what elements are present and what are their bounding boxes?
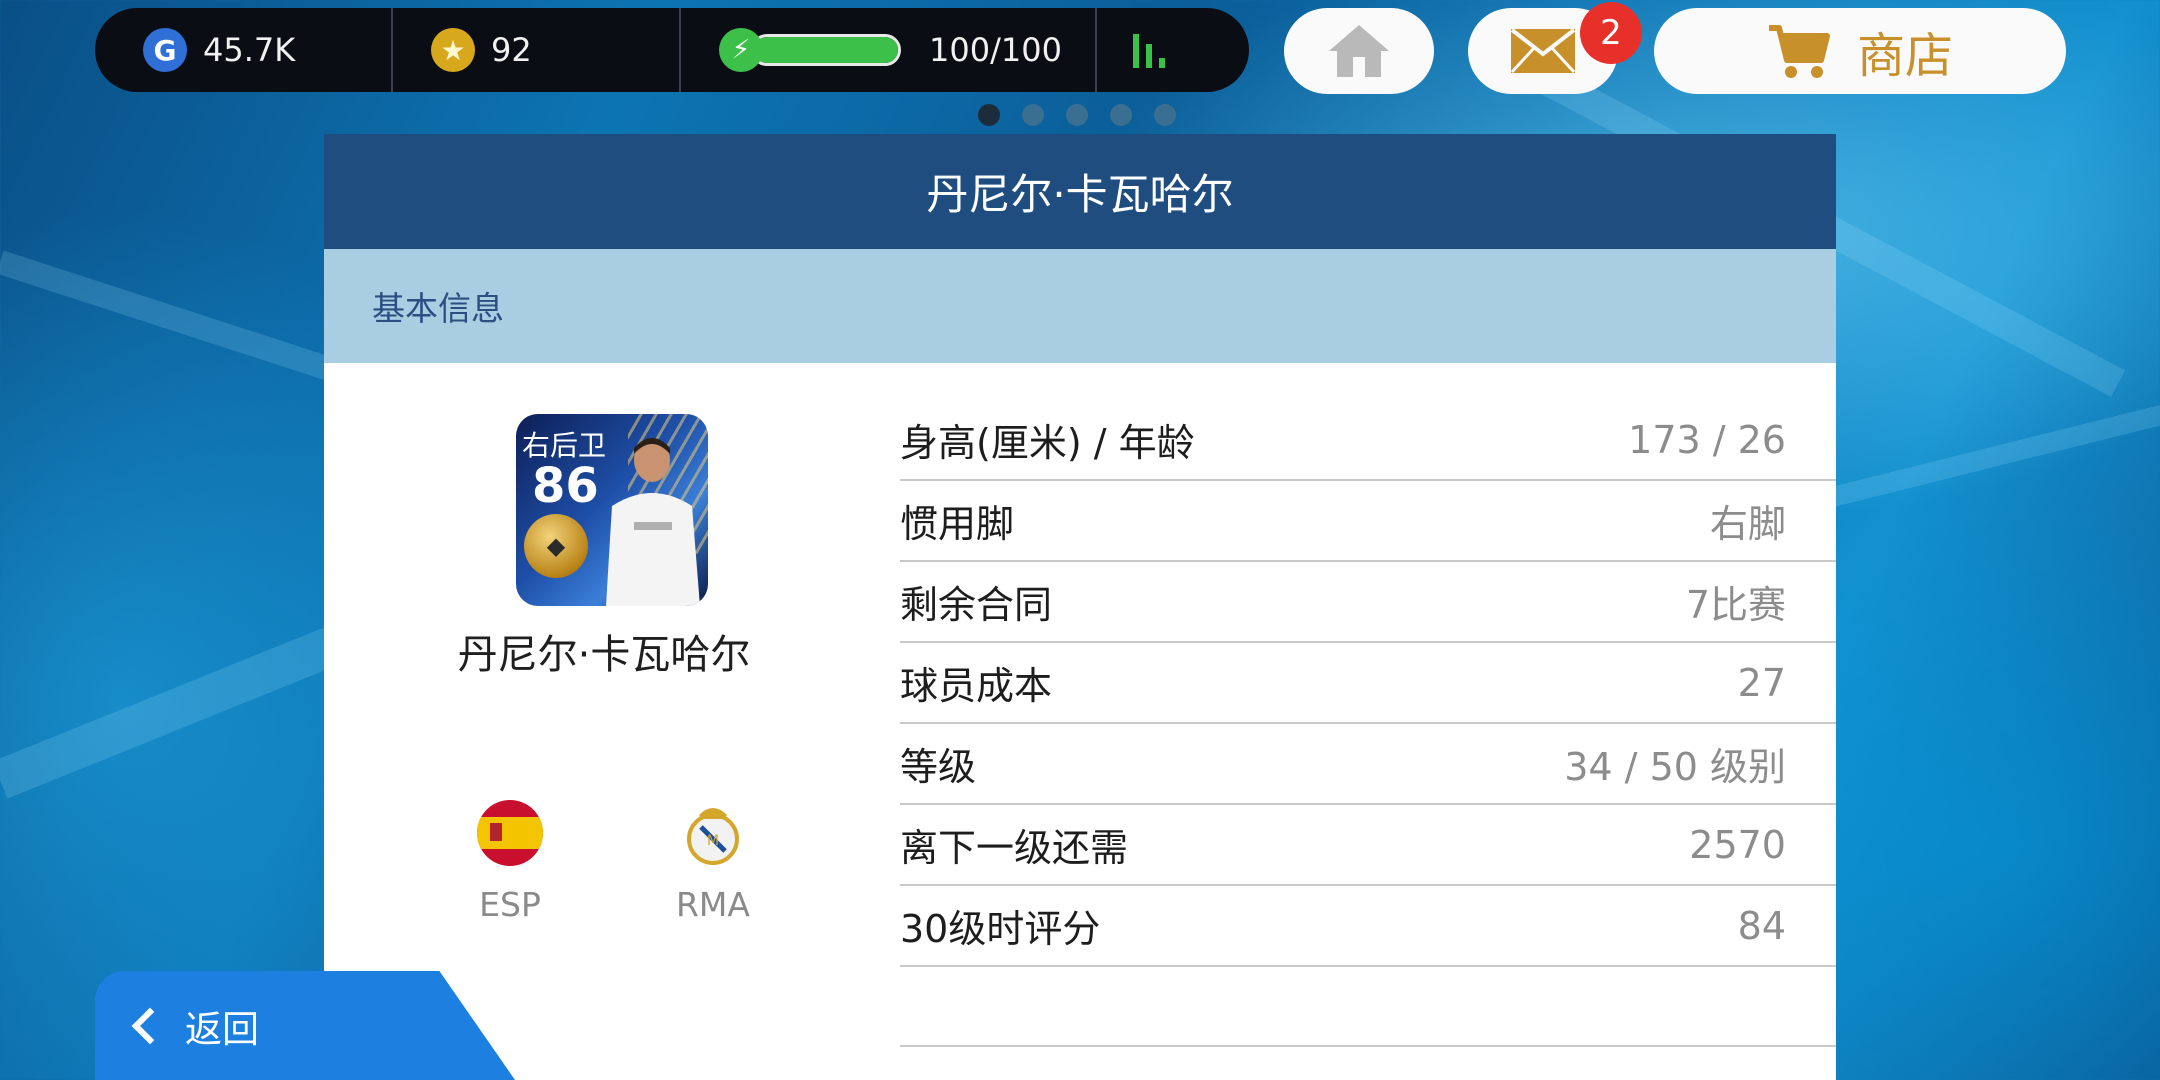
energy-meter[interactable]: ⚡ 100/100 bbox=[681, 8, 1097, 92]
spain-flag-icon bbox=[477, 800, 543, 866]
stat-value: 173 / 26 bbox=[1628, 417, 1786, 462]
coin-icon: ★ bbox=[431, 28, 475, 72]
club[interactable]: M RMA bbox=[653, 799, 773, 924]
stat-label: 离下一级还需 bbox=[900, 826, 1129, 870]
gp-counter[interactable]: G 45.7K bbox=[95, 8, 393, 92]
player-card[interactable]: 右后卫 86 ◆ bbox=[516, 414, 708, 606]
club-code: RMA bbox=[676, 885, 750, 924]
nationality[interactable]: ESP bbox=[450, 799, 570, 924]
nation-code: ESP bbox=[479, 885, 541, 924]
page-dot[interactable] bbox=[1110, 104, 1132, 126]
stat-row: 身高(厘米) / 年龄 173 / 26 bbox=[900, 400, 1836, 481]
player-name: 丹尼尔·卡瓦哈尔 bbox=[457, 632, 751, 678]
lightning-icon: ⚡ bbox=[719, 28, 763, 72]
coin-counter[interactable]: ★ 92 bbox=[393, 8, 681, 92]
panel-title: 丹尼尔·卡瓦哈尔 bbox=[324, 134, 1836, 249]
page-indicator bbox=[978, 104, 1176, 126]
stat-row: 30级时评分 84 bbox=[900, 886, 1836, 967]
stat-row: 剩余合同 7比赛 bbox=[900, 562, 1836, 643]
shop-label: 商店 bbox=[1856, 28, 1953, 84]
page-dot[interactable] bbox=[978, 104, 1000, 126]
cart-icon bbox=[1768, 25, 1830, 78]
stat-row: 惯用脚 右脚 bbox=[900, 481, 1836, 562]
energy-bar bbox=[751, 34, 901, 66]
stat-value: 7比赛 bbox=[1685, 583, 1786, 627]
mail-badge: 2 bbox=[1580, 2, 1642, 64]
stat-row: 球员成本 27 bbox=[900, 643, 1836, 724]
gp-value: 45.7K bbox=[203, 31, 296, 69]
stat-value: 27 bbox=[1737, 660, 1786, 705]
signal-bars-icon bbox=[1133, 32, 1165, 68]
stat-value: 84 bbox=[1737, 903, 1786, 948]
page-dot[interactable] bbox=[1022, 104, 1044, 126]
stats-list: 身高(厘米) / 年龄 173 / 26 惯用脚 右脚 剩余合同 7比赛 球员成… bbox=[900, 400, 1836, 967]
stat-row: 离下一级还需 2570 bbox=[900, 805, 1836, 886]
home-button[interactable] bbox=[1284, 8, 1434, 94]
coins-value: 92 bbox=[491, 31, 532, 69]
gp-icon: G bbox=[143, 28, 187, 72]
chevron-left-icon bbox=[131, 1007, 169, 1044]
stat-label: 剩余合同 bbox=[900, 583, 1053, 627]
mail-icon bbox=[1510, 28, 1576, 74]
card-rating: 86 bbox=[532, 458, 599, 514]
player-info-panel: 丹尼尔·卡瓦哈尔 基本信息 右后卫 86 ◆ 丹尼尔·卡瓦哈尔 ESP M RM… bbox=[324, 134, 1836, 1080]
stat-value: 34 / 50 级别 bbox=[1564, 745, 1786, 789]
network-status[interactable] bbox=[1097, 8, 1249, 92]
section-label: 基本信息 bbox=[324, 249, 1836, 363]
background-streak bbox=[0, 626, 342, 799]
shop-button[interactable]: 商店 bbox=[1654, 8, 2066, 94]
stat-label: 惯用脚 bbox=[900, 502, 1015, 546]
page-dot[interactable] bbox=[1154, 104, 1176, 126]
energy-value: 100/100 bbox=[929, 31, 1062, 69]
club-crest-icon: M bbox=[687, 808, 739, 865]
stat-row: 等级 34 / 50 级别 bbox=[900, 724, 1836, 805]
stat-value: 右脚 bbox=[1709, 502, 1786, 546]
energy-bar-fill bbox=[754, 37, 898, 63]
currency-hud: G 45.7K ★ 92 ⚡ 100/100 bbox=[95, 8, 1249, 92]
home-icon bbox=[1329, 25, 1389, 77]
gold-ball-icon: ◆ bbox=[524, 514, 588, 578]
stat-label: 身高(厘米) / 年龄 bbox=[900, 421, 1195, 465]
stat-label: 30级时评分 bbox=[900, 907, 1101, 951]
stat-label: 球员成本 bbox=[900, 664, 1053, 708]
stat-label: 等级 bbox=[900, 745, 977, 789]
stat-value: 2570 bbox=[1689, 822, 1786, 867]
svg-text:M: M bbox=[707, 833, 719, 849]
back-label: 返回 bbox=[185, 1007, 259, 1051]
page-dot[interactable] bbox=[1066, 104, 1088, 126]
divider bbox=[900, 1045, 1836, 1047]
